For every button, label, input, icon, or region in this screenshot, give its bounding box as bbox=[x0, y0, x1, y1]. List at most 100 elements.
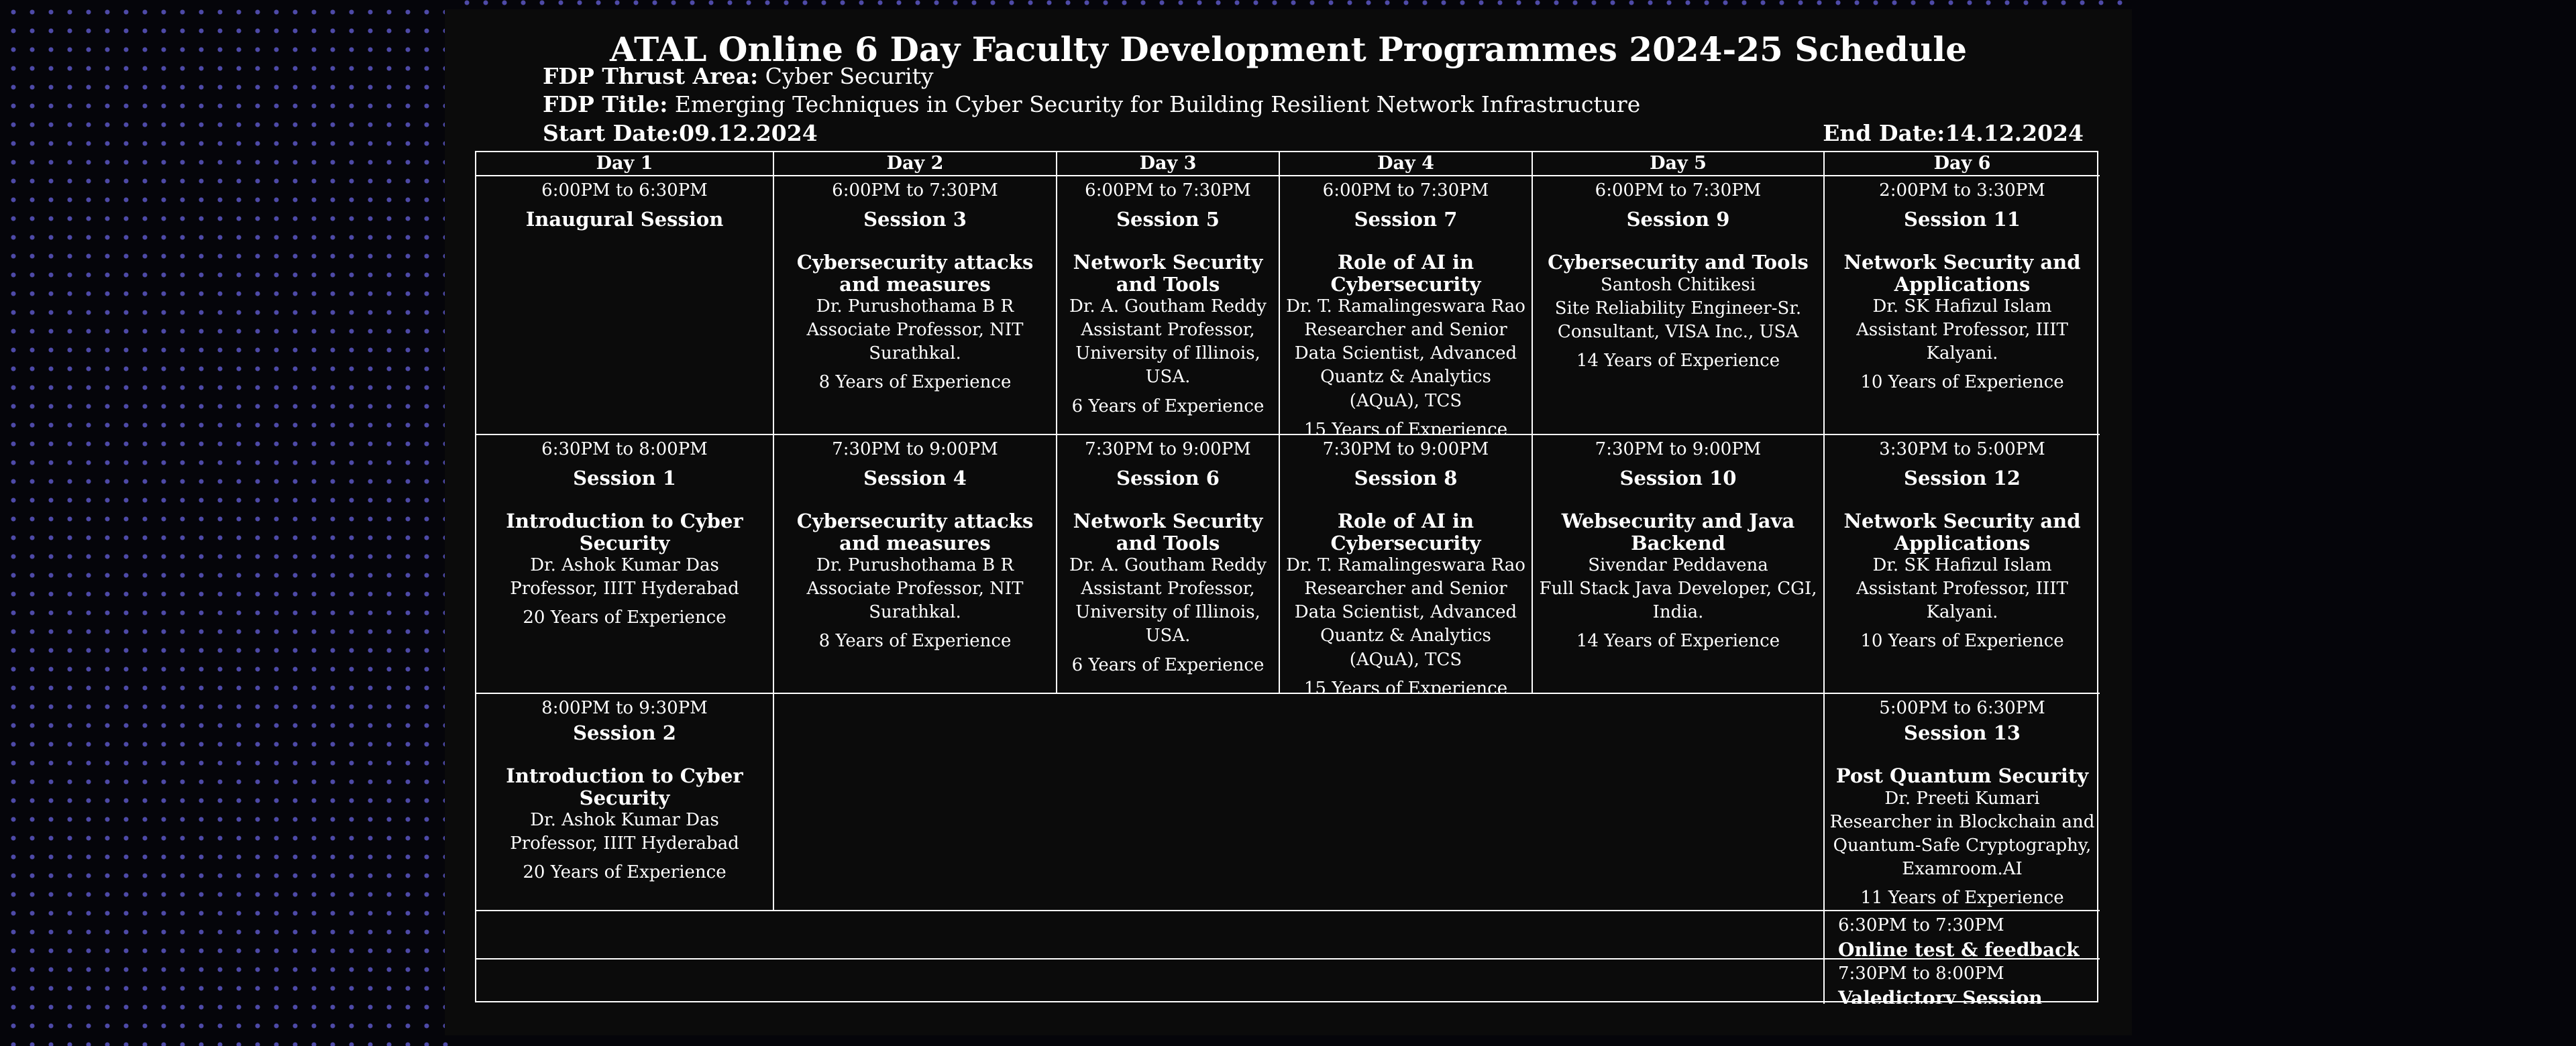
schedule-table: Day 1 Day 2 Day 3 Day 4 Day 5 Day 6 6:00… bbox=[475, 151, 2100, 1004]
session-topic: Introduction to Cyber Security bbox=[506, 510, 743, 555]
session-time: 3:30PM to 5:00PM bbox=[1879, 439, 2045, 459]
speaker-designation: Full Stack Java Developer, CGI, India. bbox=[1539, 579, 1817, 623]
session-cell: 6:00PM to 7:30PM Session 7 Role of AI in… bbox=[1280, 176, 1533, 435]
fdp-title-label: FDP Title: bbox=[543, 91, 668, 117]
empty-cell bbox=[476, 911, 1825, 960]
speaker-designation: Assistant Professor, IIIT Kalyani. bbox=[1856, 579, 2068, 623]
session-cell: 7:30PM to 9:00PM Session 4 Cybersecurity… bbox=[774, 435, 1057, 694]
session-cell: 6:00PM to 7:30PM Session 5 Network Secur… bbox=[1057, 176, 1280, 435]
session-name: Session 11 bbox=[1904, 208, 2021, 231]
speaker-experience: 11 Years of Experience bbox=[1860, 888, 2064, 909]
speaker-designation: Site Reliability Engineer-Sr. Consultant… bbox=[1554, 298, 1802, 342]
session-name: Session 2 bbox=[573, 721, 676, 745]
speaker-name: Dr. A. Goutham Reddy bbox=[1069, 296, 1267, 317]
session-cell: 6:00PM to 7:30PM Session 3 Cybersecurity… bbox=[774, 176, 1057, 435]
speaker-experience: 10 Years of Experience bbox=[1860, 631, 2064, 652]
session-name: Session 10 bbox=[1619, 467, 1737, 490]
session-time: 6:00PM to 7:30PM bbox=[832, 180, 998, 200]
session-cell: 7:30PM to 9:00PM Session 6 Network Secur… bbox=[1057, 435, 1280, 694]
speaker-designation: Researcher and Senior Data Scientist, Ad… bbox=[1294, 579, 1517, 670]
day-header: Day 2 bbox=[774, 152, 1057, 176]
session-cell: 3:30PM to 5:00PM Session 12 Network Secu… bbox=[1825, 435, 2100, 694]
session-topic: Post Quantum Security bbox=[1835, 764, 2089, 788]
session-time: 6:00PM to 7:30PM bbox=[1085, 180, 1251, 200]
session-time: 2:00PM to 3:30PM bbox=[1879, 180, 2045, 200]
session-cell: 6:00PM to 7:30PM Session 9 Cybersecurity… bbox=[1533, 176, 1825, 435]
speaker-name: Dr. Purushothama B R bbox=[816, 296, 1014, 317]
session-topic: Cybersecurity attacks and measures bbox=[796, 251, 1034, 296]
session-cell: 5:00PM to 6:30PM Session 13 Post Quantum… bbox=[1825, 694, 2100, 911]
session-name: Session 5 bbox=[1116, 208, 1220, 231]
session-topic: Cybersecurity attacks and measures bbox=[796, 510, 1034, 555]
session-time: 7:30PM to 9:00PM bbox=[1322, 439, 1489, 459]
day-header: Day 3 bbox=[1057, 152, 1280, 176]
speaker-experience: 10 Years of Experience bbox=[1860, 372, 2064, 393]
session-cell: 7:30PM to 9:00PM Session 8 Role of AI in… bbox=[1280, 435, 1533, 694]
session-time: 7:30PM to 9:00PM bbox=[1595, 439, 1762, 459]
empty-cell bbox=[774, 694, 1825, 911]
session-cell: 6:00PM to 6:30PM Inaugural Session bbox=[476, 176, 774, 435]
session-time: 6:30PM to 7:30PM bbox=[1838, 915, 2004, 935]
fdp-title: FDP Title: Emerging Techniques in Cyber … bbox=[543, 91, 1640, 118]
session-cell: 6:30PM to 7:30PM Online test & feedback bbox=[1825, 911, 2100, 960]
session-name: Session 3 bbox=[863, 208, 967, 231]
speaker-experience: 20 Years of Experience bbox=[523, 607, 727, 628]
session-name: Valedictory Session bbox=[1838, 987, 2043, 1004]
session-time: 6:00PM to 7:30PM bbox=[1595, 180, 1762, 200]
speaker-designation: Associate Professor, NIT Surathkal. bbox=[806, 579, 1024, 623]
session-cell: 7:30PM to 8:00PM Valedictory Session bbox=[1825, 960, 2100, 1004]
session-topic: Network Security and Tools bbox=[1073, 510, 1263, 555]
speaker-name: Dr. Ashok Kumar Das bbox=[530, 810, 719, 831]
session-name: Online test & feedback bbox=[1838, 939, 2080, 960]
session-time: 6:00PM to 7:30PM bbox=[1322, 180, 1489, 200]
session-time: 7:30PM to 9:00PM bbox=[1085, 439, 1251, 459]
speaker-experience: 20 Years of Experience bbox=[523, 862, 727, 883]
speaker-name: Dr. SK Hafizul Islam bbox=[1872, 555, 2052, 576]
session-cell: 6:30PM to 8:00PM Session 1 Introduction … bbox=[476, 435, 774, 694]
dotted-background-pattern-top bbox=[456, 0, 2133, 9]
fdp-title-value: Emerging Techniques in Cyber Security fo… bbox=[674, 91, 1641, 117]
session-cell: 8:00PM to 9:30PM Session 2 Introduction … bbox=[476, 694, 774, 911]
end-date: End Date:14.12.2024 bbox=[1823, 120, 2084, 146]
speaker-name: Dr. T. Ramalingeswara Rao bbox=[1286, 555, 1525, 576]
session-topic: Network Security and Applications bbox=[1843, 510, 2081, 555]
session-name: Session 7 bbox=[1354, 208, 1458, 231]
speaker-designation: Assistant Professor, University of Illin… bbox=[1075, 320, 1260, 388]
speaker-designation: Professor, IIIT Hyderabad bbox=[510, 579, 739, 599]
session-time: 6:00PM to 6:30PM bbox=[541, 180, 708, 200]
session-topic: Network Security and Tools bbox=[1073, 251, 1263, 296]
speaker-designation: Assistant Professor, University of Illin… bbox=[1075, 579, 1260, 646]
page-title: ATAL Online 6 Day Faculty Development Pr… bbox=[609, 30, 1968, 69]
speaker-name: Sivendar Peddavena bbox=[1588, 555, 1768, 576]
session-name: Session 4 bbox=[863, 467, 967, 490]
session-name: Session 6 bbox=[1116, 467, 1220, 490]
session-name: Session 8 bbox=[1354, 467, 1458, 490]
speaker-name: Dr. SK Hafizul Islam bbox=[1872, 296, 2052, 317]
session-cell: 7:30PM to 9:00PM Session 10 Websecurity … bbox=[1533, 435, 1825, 694]
session-topic: Role of AI in Cybersecurity bbox=[1330, 251, 1481, 296]
session-topic: Websecurity and Java Backend bbox=[1561, 510, 1795, 555]
session-name: Inaugural Session bbox=[525, 208, 724, 231]
session-time: 7:30PM to 9:00PM bbox=[832, 439, 998, 459]
session-topic: Introduction to Cyber Security bbox=[506, 764, 743, 809]
speaker-designation: Associate Professor, NIT Surathkal. bbox=[806, 320, 1024, 364]
speaker-experience: 8 Years of Experience bbox=[818, 372, 1012, 393]
session-topic: Role of AI in Cybersecurity bbox=[1330, 510, 1481, 555]
thrust-area-value: Cyber Security bbox=[765, 63, 934, 89]
speaker-name: Dr. Preeti Kumari bbox=[1884, 788, 2040, 809]
start-date: Start Date:09.12.2024 bbox=[543, 120, 818, 146]
thrust-area-label: FDP Thrust Area: bbox=[543, 63, 759, 89]
speaker-name: Dr. Ashok Kumar Das bbox=[530, 555, 719, 576]
speaker-designation: Researcher and Senior Data Scientist, Ad… bbox=[1294, 320, 1517, 411]
session-name: Session 1 bbox=[573, 467, 676, 490]
speaker-experience: 15 Years of Experience bbox=[1303, 419, 1508, 435]
speaker-designation: Researcher in Blockchain and Quantum-Saf… bbox=[1829, 811, 2095, 879]
speaker-name: Santosh Chitikesi bbox=[1600, 274, 1756, 295]
day-header: Day 6 bbox=[1825, 152, 2100, 176]
speaker-name: Dr. A. Goutham Reddy bbox=[1069, 555, 1267, 576]
day-header: Day 1 bbox=[476, 152, 774, 176]
speaker-experience: 6 Years of Experience bbox=[1071, 654, 1265, 675]
speaker-experience: 6 Years of Experience bbox=[1071, 396, 1265, 416]
speaker-designation: Assistant Professor, IIIT Kalyani. bbox=[1856, 320, 2068, 364]
speaker-experience: 14 Years of Experience bbox=[1576, 631, 1780, 652]
